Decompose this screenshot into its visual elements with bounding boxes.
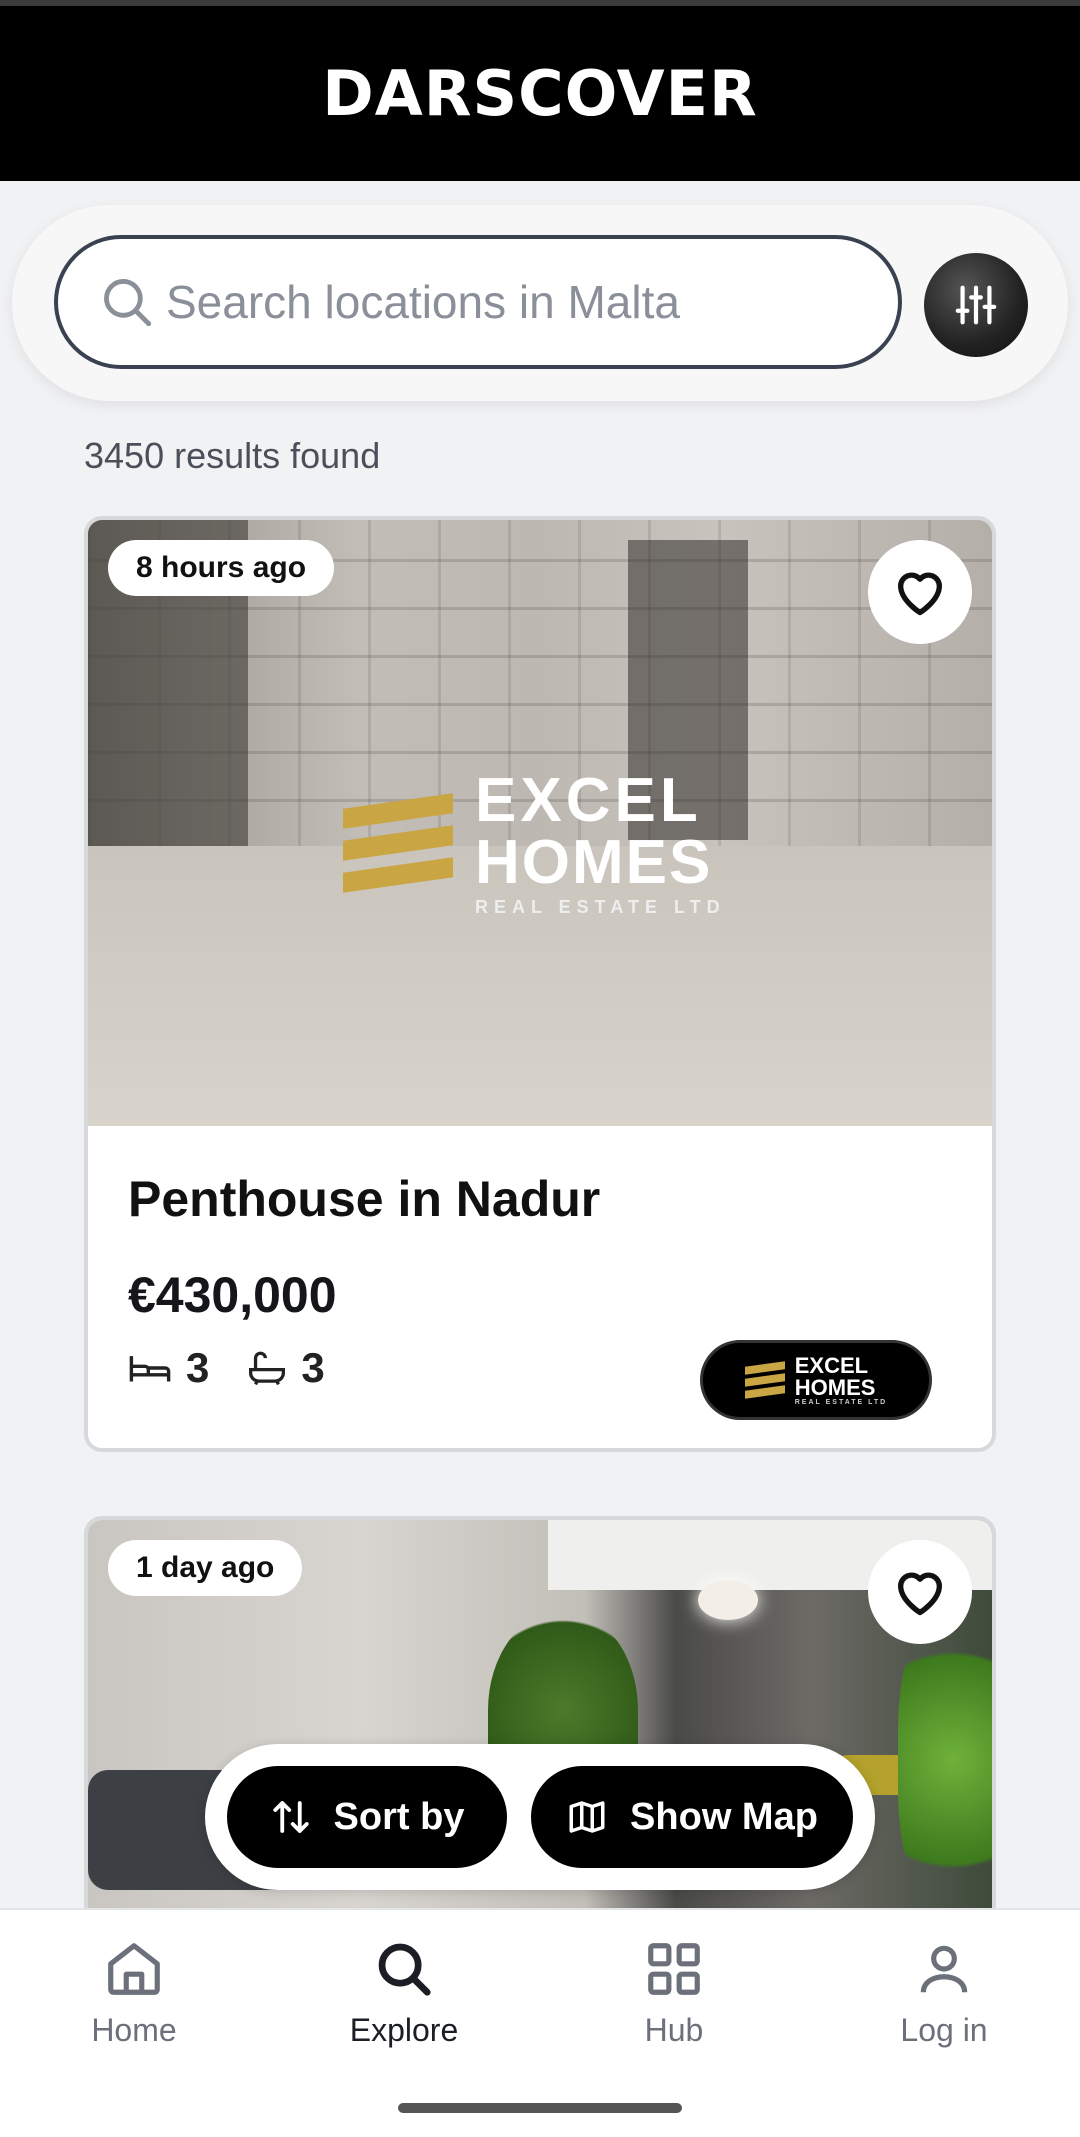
watermark-text: EXCEL HOMES REAL ESTATE LTD [475,766,726,917]
search-input[interactable] [166,275,866,329]
nav-label-explore: Explore [349,2012,459,2048]
show-map-label: Show Map [630,1795,818,1838]
nav-label-hub: Hub [644,2012,704,2048]
agency-name-line1: EXCEL [794,1352,869,1378]
favorite-button[interactable] [868,1540,972,1644]
bathrooms: 3 [247,1344,325,1392]
bathrooms-count: 3 [301,1344,325,1391]
sliders-icon [955,285,997,325]
nav-label-home: Home [91,2012,177,2048]
bed-icon [129,1356,171,1382]
home-indicator[interactable] [398,2103,682,2113]
favorite-button[interactable] [868,540,972,644]
bedrooms-count: 3 [186,1344,210,1391]
results-count: 3450 results found [84,435,381,476]
search-icon [378,1943,431,1996]
agency-logo-mark [343,788,453,898]
nav-item-login[interactable]: Log in [844,1938,1044,2049]
agency-badge-mark [744,1360,785,1400]
home-icon [108,1943,160,1995]
search-bar-container [12,205,1068,401]
heart-icon [898,572,942,616]
listing-title[interactable]: Penthouse in Nadur [128,1170,952,1228]
grid-icon [648,1943,700,1995]
agency-watermark: EXCEL HOMES REAL ESTATE LTD [343,770,726,916]
agency-name-line3: REAL ESTATE LTD [794,1398,888,1406]
show-map-button[interactable]: Show Map [531,1766,853,1868]
filter-button[interactable] [924,253,1028,357]
time-badge: 1 day ago [108,1540,303,1596]
nav-item-explore[interactable]: Explore [304,1938,504,2049]
app-logo[interactable]: DARSCOVER [322,57,757,130]
floating-action-bar: Sort by Show Map [205,1744,875,1890]
sort-arrows-icon [272,1801,309,1833]
photo-plant-2 [898,1610,992,1910]
heart-icon [898,1572,942,1616]
agency-badge[interactable]: EXCEL HOMES REAL ESTATE LTD [700,1340,932,1420]
search-icon [104,279,152,327]
bedrooms: 3 [128,1344,209,1392]
bath-icon [249,1351,286,1386]
listing-details: Penthouse in Nadur €430,000 3 3 EXCEL HO… [88,1126,992,1448]
watermark-line2: HOMES [475,828,713,897]
user-icon [920,1945,968,1993]
photo-lamp [698,1580,758,1620]
search-box[interactable] [54,235,902,369]
agency-name-line2: HOMES [794,1374,876,1400]
listing-card[interactable]: EXCEL HOMES REAL ESTATE LTD 8 hours ago … [84,516,996,1452]
watermark-line1: EXCEL [475,766,702,835]
sort-label: Sort by [333,1795,465,1838]
agency-badge-text: EXCEL HOMES REAL ESTATE LTD [794,1352,888,1406]
watermark-line3: REAL ESTATE LTD [475,897,726,917]
map-icon [569,1801,605,1833]
nav-item-home[interactable]: Home [34,1938,234,2049]
nav-label-login: Log in [900,2012,988,2048]
sort-button[interactable]: Sort by [227,1766,507,1868]
listing-photo[interactable]: EXCEL HOMES REAL ESTATE LTD 8 hours ago [88,520,992,1126]
listing-price: €430,000 [128,1267,337,1323]
time-badge: 8 hours ago [108,540,335,596]
app-header: DARSCOVER [0,6,1080,181]
nav-item-hub[interactable]: Hub [574,1938,774,2049]
